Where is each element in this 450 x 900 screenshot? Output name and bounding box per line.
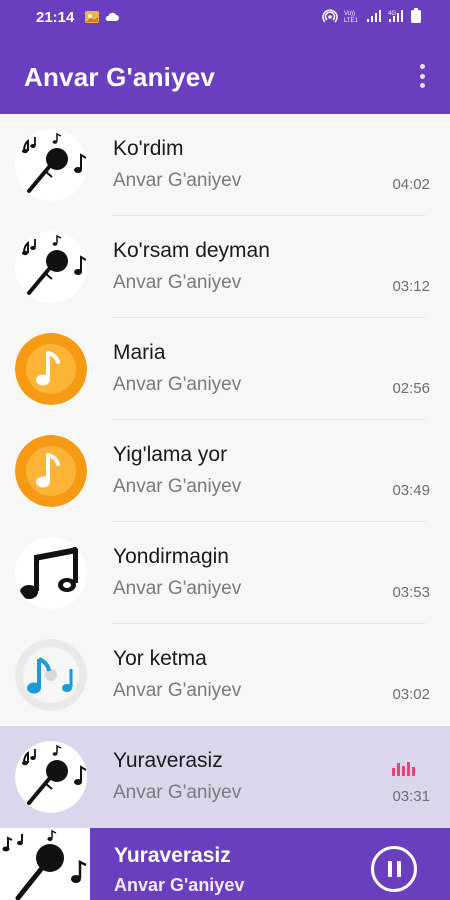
song-artist: Anvar G'aniyev [113,170,242,191]
svg-text:4G: 4G [388,11,396,17]
microphone-notes-icon [15,741,87,813]
volte-signal-icon: Vo)) LTE1 [344,8,360,24]
black-music-notes-icon [15,537,87,609]
list-item-active[interactable]: Yuraverasiz Anvar G'aniyev 03:31 [0,726,450,828]
song-duration: 03:31 [392,788,430,805]
list-item[interactable]: Yor ketma Anvar G'aniyev 03:02 [0,624,450,726]
list-item[interactable]: Ko'rdim Anvar G'aniyev 04:02 [0,114,450,216]
data-signal-icon: 4G [388,8,404,24]
list-item[interactable]: Yondirmagin Anvar G'aniyev 03:53 [0,522,450,624]
page-title: Anvar G'aniyev [24,62,216,92]
song-artist: Anvar G'aniyev [113,272,242,293]
status-time: 21:14 [36,9,75,26]
app-bar: Anvar G'aniyev [0,36,450,114]
list-item[interactable]: Maria Anvar G'aniyev 02:56 [0,318,450,420]
song-artist: Anvar G'aniyev [113,578,242,599]
svg-text:Vo)): Vo)) [344,11,355,17]
song-artist: Anvar G'aniyev [113,476,242,497]
song-title: Ko'rsam deyman [113,239,270,262]
list-item[interactable]: Ko'rsam deyman Anvar G'aniyev 03:12 [0,216,450,318]
signal-icon [366,8,382,24]
orange-music-note-icon [15,435,87,507]
microphone-notes-icon [0,828,90,900]
battery-icon [410,8,426,24]
orange-music-note-icon [15,333,87,405]
equalizer-icon [392,760,416,776]
song-duration: 03:02 [392,686,430,703]
microphone-notes-icon [15,231,87,303]
microphone-notes-icon [15,129,87,201]
status-bar: 21:14 Vo)) LTE1 4G [0,0,450,36]
svg-text:LTE1: LTE1 [344,18,359,24]
song-artist: Anvar G'aniyev [113,782,242,803]
gallery-notification-icon [84,9,100,25]
song-title: Yor ketma [113,647,207,670]
now-playing-title: Yuraverasiz [114,844,231,867]
hotspot-icon [322,8,338,24]
song-title: Yuraverasiz [113,749,223,772]
now-playing-bar[interactable]: Yuraverasiz Anvar G'aniyev [0,828,450,900]
cloud-icon [104,9,120,25]
list-item[interactable]: Yig'lama yor Anvar G'aniyev 03:49 [0,420,450,522]
song-artist: Anvar G'aniyev [113,374,242,395]
pause-icon[interactable] [371,846,417,892]
song-artist: Anvar G'aniyev [113,680,242,701]
status-right-icons: Vo)) LTE1 4G [322,8,426,24]
song-duration: 03:53 [392,584,430,601]
song-duration: 04:02 [392,176,430,193]
song-title: Maria [113,341,166,364]
more-vert-icon[interactable] [412,62,432,90]
song-title: Yondirmagin [113,545,229,568]
song-list[interactable]: Ko'rdim Anvar G'aniyev 04:02 Ko'rsam dey… [0,114,450,828]
song-duration: 03:49 [392,482,430,499]
blue-music-notes-cd-icon [15,639,87,711]
now-playing-artist: Anvar G'aniyev [114,875,245,895]
song-title: Yig'lama yor [113,443,228,466]
status-left-icons [84,9,120,25]
song-title: Ko'rdim [113,137,184,160]
song-duration: 03:12 [392,278,430,295]
song-duration: 02:56 [392,380,430,397]
